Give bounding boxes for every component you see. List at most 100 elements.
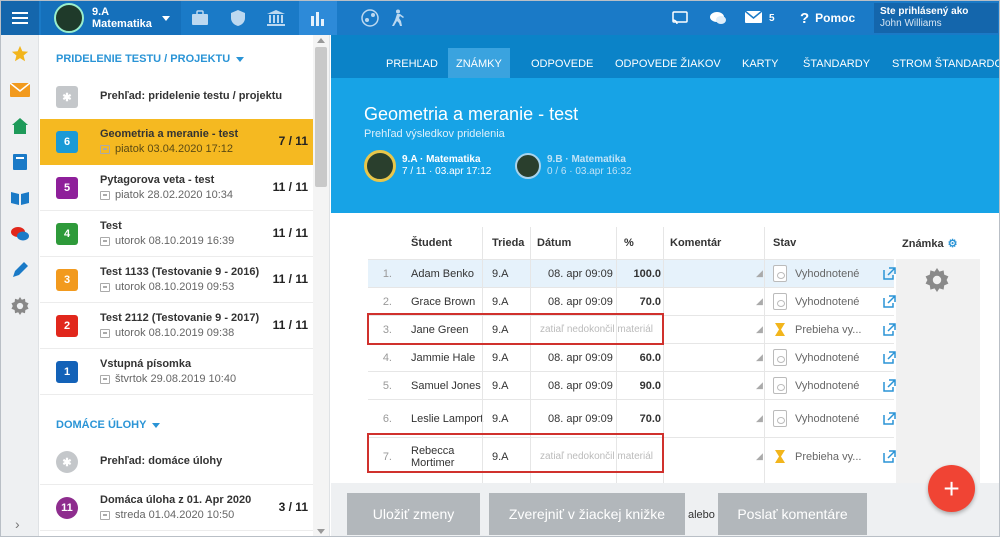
status-text: Prebieha vy...	[795, 450, 862, 463]
settings-gear-icon[interactable]	[10, 296, 30, 316]
column-header-trieda[interactable]: Trieda	[492, 237, 524, 249]
mail-icon[interactable]	[10, 80, 30, 100]
student-name[interactable]: Adam Benko	[411, 260, 487, 287]
tab-strom-standardov[interactable]: STROM ŠTANDARDOV	[884, 48, 999, 78]
comment-resize-icon[interactable]: ◢	[756, 316, 763, 343]
add-button[interactable]: +	[928, 465, 975, 512]
open-external-icon[interactable]	[883, 438, 896, 475]
comment-resize-icon[interactable]: ◢	[756, 260, 763, 287]
scroll-up-arrow-icon[interactable]	[317, 38, 325, 43]
column-header-datum[interactable]: Dátum	[537, 237, 571, 249]
bank-icon[interactable]	[257, 1, 295, 35]
list-item-overview-tests[interactable]: ✱ Prehľad: pridelenie testu / projektu	[40, 74, 314, 120]
column-header-student[interactable]: Študent	[411, 237, 452, 249]
user-name: John Williams	[880, 18, 942, 29]
comment-resize-icon[interactable]: ◢	[756, 344, 763, 371]
list-item-overview-homework[interactable]: ✱ Prehľad: domáce úlohy	[40, 439, 314, 485]
settings-small-gear-icon[interactable]: ⚙	[948, 237, 958, 250]
scroll-down-arrow-icon[interactable]	[317, 529, 325, 534]
class-chip-9b[interactable]: 9.B · Matematika 0 / 6 · 03.apr 16:32	[515, 149, 632, 183]
evaluated-doc-icon	[773, 410, 787, 427]
column-header-komentar[interactable]: Komentár	[670, 237, 721, 249]
tab-odpovede[interactable]: ODPOVEDE	[523, 48, 601, 78]
publish-button[interactable]: Zverejniť v žiackej knižke	[489, 493, 685, 535]
column-header-znamka[interactable]: Známka ⚙	[902, 237, 958, 251]
list-item-date-text: piatok 28.02.2020 10:34	[115, 189, 234, 201]
open-external-icon[interactable]	[883, 316, 896, 343]
results-chart-icon[interactable]	[299, 1, 337, 35]
help-button[interactable]: ? Pomoc	[800, 1, 855, 35]
table-row[interactable]: 4. Jammie Hale 9.A 08. apr 09:09 60.0 ◢ …	[368, 343, 896, 371]
page-title: Geometria a meranie - test	[364, 104, 579, 124]
messages-button[interactable]: 5	[744, 1, 775, 35]
status-cell: Vyhodnotené	[766, 400, 896, 437]
save-changes-button[interactable]: Uložiť zmeny	[347, 493, 480, 535]
class-chip-9a[interactable]: 9.A · Matematika 7 / 11 · 03.apr 17:12	[364, 149, 491, 183]
open-external-icon[interactable]	[883, 344, 896, 371]
table-row[interactable]: 2. Grace Brown 9.A 08. apr 09:09 70.0 ◢ …	[368, 287, 896, 315]
star-icon[interactable]	[10, 44, 30, 64]
tab-standardy[interactable]: ŠTANDARDY	[795, 48, 878, 78]
hamburger-menu-button[interactable]	[1, 1, 39, 35]
status-text: Vyhodnotené	[795, 267, 860, 280]
open-external-icon[interactable]	[883, 288, 896, 315]
overview-gear-icon: ✱	[56, 451, 78, 473]
screencast-icon[interactable]	[672, 1, 688, 35]
list-item-selected[interactable]: 6 Geometria a meranie - test piatok 03.0…	[40, 119, 314, 165]
home-icon[interactable]	[10, 116, 30, 136]
item-number-badge: 11	[56, 497, 78, 519]
user-account-box[interactable]: Ste prihlásený ako John Williams	[874, 3, 998, 33]
expand-rail-chevron-icon[interactable]: ›	[15, 516, 20, 532]
shield-icon[interactable]	[219, 1, 257, 35]
tab-znamky[interactable]: ZNÁMKY	[448, 48, 510, 78]
open-external-icon[interactable]	[883, 260, 896, 287]
list-item[interactable]: 2 Test 2112 (Testovanie 9 - 2017) utorok…	[40, 303, 314, 349]
table-row[interactable]: 5. Samuel Jones 9.A 08. apr 09:09 90.0 ◢…	[368, 371, 896, 399]
list-scroll-thumb[interactable]	[315, 47, 327, 187]
column-header-stav[interactable]: Stav	[773, 237, 796, 249]
list-item-date-text: streda 01.04.2020 10:50	[115, 509, 235, 521]
section-header-tests[interactable]: PRIDELENIE TESTU / PROJEKTU	[56, 53, 245, 65]
list-item[interactable]: 4 Test utorok 08.10.2019 16:39 11 / 11	[40, 211, 314, 257]
tab-karty[interactable]: KARTY	[734, 48, 786, 78]
briefcase-icon[interactable]	[181, 1, 219, 35]
open-external-icon[interactable]	[883, 400, 896, 437]
student-name[interactable]: Grace Brown	[411, 288, 487, 315]
column-header-percent[interactable]: %	[624, 237, 634, 249]
comment-resize-icon[interactable]: ◢	[756, 288, 763, 315]
list-item[interactable]: 5 Pytagorova veta - test piatok 28.02.20…	[40, 165, 314, 211]
discussion-icon[interactable]	[10, 224, 30, 244]
open-external-icon[interactable]	[883, 372, 896, 399]
submission-date: 08. apr 09:09	[548, 412, 613, 425]
class-avatar	[364, 150, 396, 182]
list-item-homework[interactable]: 11 Domáca úloha z 01. Apr 2020 streda 01…	[40, 485, 314, 531]
tab-bar: PREHĽAD ZNÁMKY ODPOVEDE ODPOVEDE ŽIAKOV …	[331, 35, 999, 78]
comment-resize-icon[interactable]: ◢	[756, 372, 763, 399]
grades-table: Študent Trieda Dátum % Komentár Stav Zná…	[352, 213, 996, 483]
table-row[interactable]: 6. Leslie Lamport 9.A 08. apr 09:09 70.0…	[368, 399, 896, 437]
section-header-homework[interactable]: DOMÁCE ÚLOHY	[56, 419, 161, 431]
comment-resize-icon[interactable]: ◢	[756, 438, 763, 475]
list-item-date-text: štvrtok 29.08.2019 10:40	[115, 373, 237, 385]
list-item[interactable]: 1 Vstupná písomka štvrtok 29.08.2019 10:…	[40, 349, 314, 395]
table-row[interactable]: 1. Adam Benko 9.A 08. apr 09:09 100.0 ◢ …	[368, 259, 896, 287]
tab-prehlad[interactable]: PREHĽAD	[378, 48, 446, 78]
open-book-icon[interactable]	[10, 188, 30, 208]
book-icon[interactable]	[10, 152, 30, 172]
list-item-title: Geometria a meranie - test	[100, 128, 239, 140]
evaluated-doc-icon	[773, 293, 787, 310]
hiking-icon[interactable]	[379, 1, 417, 35]
student-name[interactable]: Jammie Hale	[411, 344, 487, 371]
tab-odpovede-ziakov[interactable]: ODPOVEDE ŽIAKOV	[607, 48, 729, 78]
comment-resize-icon[interactable]: ◢	[756, 400, 763, 437]
student-name[interactable]: Samuel Jones	[411, 372, 487, 399]
list-item[interactable]: 3 Test 1133 (Testovanie 9 - 2016) utorok…	[40, 257, 314, 303]
class-selector[interactable]: 9.A Matematika	[41, 1, 181, 35]
student-name[interactable]: Leslie Lamport	[411, 400, 487, 437]
calendar-icon	[100, 190, 110, 200]
chat-icon[interactable]	[709, 1, 727, 35]
pen-icon[interactable]	[10, 260, 30, 280]
list-item-score: 7 / 11	[278, 134, 308, 148]
grade-settings-gear-icon[interactable]	[925, 268, 949, 292]
send-comments-button[interactable]: Poslať komentáre	[718, 493, 867, 535]
